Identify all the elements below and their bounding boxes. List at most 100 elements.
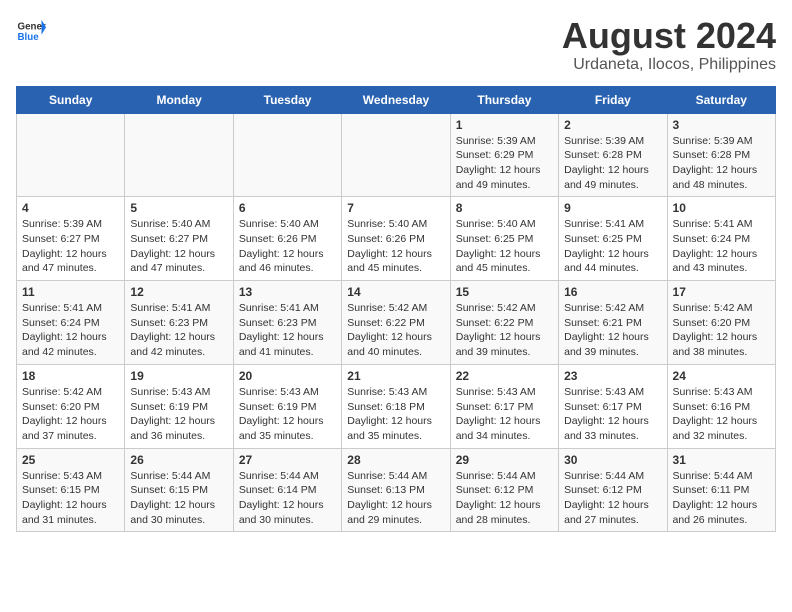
logo-icon: General Blue — [16, 16, 46, 46]
calendar-cell: 16Sunrise: 5:42 AM Sunset: 6:21 PM Dayli… — [559, 281, 667, 365]
day-number: 1 — [456, 118, 553, 132]
calendar-cell: 31 Sunrise: 5:44 AM Sunset: 6:11 PM Dayli… — [667, 448, 775, 532]
day-info: Sunrise: 5:44 AM Sunset: 6:15 PM Dayligh… — [130, 469, 227, 528]
day-number: 20 — [239, 369, 336, 383]
calendar-cell: 3Sunrise: 5:39 AM Sunset: 6:28 PM Daylig… — [667, 113, 775, 197]
day-number: 23 — [564, 369, 661, 383]
day-info: Sunrise: 5:44 AM Sunset: 6:12 PM Dayligh… — [456, 469, 553, 528]
page-header: General Blue August 2024 Urdaneta, Iloco… — [16, 16, 776, 74]
day-info: Sunrise: 5:42 AM Sunset: 6:22 PM Dayligh… — [347, 301, 444, 360]
day-info: Sunrise: 5:42 AM Sunset: 6:21 PM Dayligh… — [564, 301, 661, 360]
day-of-week-header: Friday — [559, 86, 667, 113]
calendar-cell: 5 Sunrise: 5:40 AM Sunset: 6:27 PM Daylig… — [125, 197, 233, 281]
day-number: 4 — [22, 201, 119, 215]
day-info: Sunrise: 5:41 AM Sunset: 6:24 PM Dayligh… — [673, 217, 770, 276]
calendar-cell: 8Sunrise: 5:40 AM Sunset: 6:25 PM Daylig… — [450, 197, 558, 281]
calendar-cell: 2 Sunrise: 5:39 AM Sunset: 6:28 PM Daylig… — [559, 113, 667, 197]
day-info: Sunrise: 5:44 AM Sunset: 6:12 PM Dayligh… — [564, 469, 661, 528]
calendar-week-row: 4 Sunrise: 5:39 AM Sunset: 6:27 PM Daylig… — [17, 197, 776, 281]
day-number: 17 — [673, 285, 770, 299]
day-number: 8 — [456, 201, 553, 215]
day-info: Sunrise: 5:39 AM Sunset: 6:28 PM Dayligh… — [564, 134, 661, 193]
day-number: 27 — [239, 453, 336, 467]
calendar-cell: 4 Sunrise: 5:39 AM Sunset: 6:27 PM Daylig… — [17, 197, 125, 281]
day-number: 22 — [456, 369, 553, 383]
calendar-cell: 30 Sunrise: 5:44 AM Sunset: 6:12 PM Dayli… — [559, 448, 667, 532]
day-info: Sunrise: 5:43 AM Sunset: 6:19 PM Dayligh… — [130, 385, 227, 444]
logo: General Blue — [16, 16, 46, 46]
day-number: 29 — [456, 453, 553, 467]
day-info: Sunrise: 5:39 AM Sunset: 6:27 PM Dayligh… — [22, 217, 119, 276]
page-title: August 2024 — [562, 16, 776, 56]
day-number: 28 — [347, 453, 444, 467]
calendar-table: SundayMondayTuesdayWednesdayThursdayFrid… — [16, 86, 776, 533]
day-number: 26 — [130, 453, 227, 467]
day-number: 7 — [347, 201, 444, 215]
svg-text:Blue: Blue — [18, 32, 40, 43]
day-info: Sunrise: 5:40 AM Sunset: 6:27 PM Dayligh… — [130, 217, 227, 276]
day-number: 10 — [673, 201, 770, 215]
day-number: 6 — [239, 201, 336, 215]
calendar-cell: 6 Sunrise: 5:40 AM Sunset: 6:26 PM Daylig… — [233, 197, 341, 281]
day-info: Sunrise: 5:43 AM Sunset: 6:17 PM Dayligh… — [456, 385, 553, 444]
day-info: Sunrise: 5:42 AM Sunset: 6:20 PM Dayligh… — [673, 301, 770, 360]
calendar-cell: 18 Sunrise: 5:42 AM Sunset: 6:20 PM Dayli… — [17, 364, 125, 448]
day-info: Sunrise: 5:41 AM Sunset: 6:24 PM Dayligh… — [22, 301, 119, 360]
day-info: Sunrise: 5:42 AM Sunset: 6:20 PM Dayligh… — [22, 385, 119, 444]
day-number: 12 — [130, 285, 227, 299]
title-block: August 2024 Urdaneta, Ilocos, Philippine… — [562, 16, 776, 74]
day-number: 13 — [239, 285, 336, 299]
page-subtitle: Urdaneta, Ilocos, Philippines — [562, 56, 776, 74]
calendar-cell — [17, 113, 125, 197]
calendar-cell: 9Sunrise: 5:41 AM Sunset: 6:25 PM Daylig… — [559, 197, 667, 281]
calendar-cell: 14 Sunrise: 5:42 AM Sunset: 6:22 PM Dayli… — [342, 281, 450, 365]
day-number: 18 — [22, 369, 119, 383]
calendar-cell: 23Sunrise: 5:43 AM Sunset: 6:17 PM Dayli… — [559, 364, 667, 448]
day-info: Sunrise: 5:43 AM Sunset: 6:19 PM Dayligh… — [239, 385, 336, 444]
day-number: 11 — [22, 285, 119, 299]
day-info: Sunrise: 5:40 AM Sunset: 6:26 PM Dayligh… — [239, 217, 336, 276]
calendar-cell: 13Sunrise: 5:41 AM Sunset: 6:23 PM Dayli… — [233, 281, 341, 365]
day-of-week-header: Sunday — [17, 86, 125, 113]
day-number: 25 — [22, 453, 119, 467]
calendar-cell: 19 Sunrise: 5:43 AM Sunset: 6:19 PM Dayli… — [125, 364, 233, 448]
calendar-cell: 29 Sunrise: 5:44 AM Sunset: 6:12 PM Dayli… — [450, 448, 558, 532]
day-info: Sunrise: 5:43 AM Sunset: 6:15 PM Dayligh… — [22, 469, 119, 528]
calendar-header-row: SundayMondayTuesdayWednesdayThursdayFrid… — [17, 86, 776, 113]
calendar-cell: 1Sunrise: 5:39 AM Sunset: 6:29 PM Daylig… — [450, 113, 558, 197]
day-info: Sunrise: 5:44 AM Sunset: 6:14 PM Dayligh… — [239, 469, 336, 528]
day-info: Sunrise: 5:43 AM Sunset: 6:18 PM Dayligh… — [347, 385, 444, 444]
day-number: 3 — [673, 118, 770, 132]
day-of-week-header: Monday — [125, 86, 233, 113]
calendar-week-row: 25 Sunrise: 5:43 AM Sunset: 6:15 PM Dayli… — [17, 448, 776, 532]
calendar-cell: 15Sunrise: 5:42 AM Sunset: 6:22 PM Dayli… — [450, 281, 558, 365]
day-number: 30 — [564, 453, 661, 467]
day-of-week-header: Tuesday — [233, 86, 341, 113]
day-number: 19 — [130, 369, 227, 383]
calendar-cell: 27 Sunrise: 5:44 AM Sunset: 6:14 PM Dayli… — [233, 448, 341, 532]
calendar-cell: 22 Sunrise: 5:43 AM Sunset: 6:17 PM Dayli… — [450, 364, 558, 448]
day-of-week-header: Thursday — [450, 86, 558, 113]
calendar-cell: 26 Sunrise: 5:44 AM Sunset: 6:15 PM Dayli… — [125, 448, 233, 532]
calendar-week-row: 1Sunrise: 5:39 AM Sunset: 6:29 PM Daylig… — [17, 113, 776, 197]
calendar-cell: 20 Sunrise: 5:43 AM Sunset: 6:19 PM Dayli… — [233, 364, 341, 448]
day-number: 14 — [347, 285, 444, 299]
calendar-week-row: 18 Sunrise: 5:42 AM Sunset: 6:20 PM Dayli… — [17, 364, 776, 448]
calendar-cell — [342, 113, 450, 197]
calendar-cell: 10 Sunrise: 5:41 AM Sunset: 6:24 PM Dayli… — [667, 197, 775, 281]
day-number: 24 — [673, 369, 770, 383]
day-of-week-header: Wednesday — [342, 86, 450, 113]
day-info: Sunrise: 5:44 AM Sunset: 6:11 PM Dayligh… — [673, 469, 770, 528]
day-number: 21 — [347, 369, 444, 383]
calendar-cell — [233, 113, 341, 197]
calendar-cell: 7 Sunrise: 5:40 AM Sunset: 6:26 PM Daylig… — [342, 197, 450, 281]
calendar-cell: 24 Sunrise: 5:43 AM Sunset: 6:16 PM Dayli… — [667, 364, 775, 448]
day-info: Sunrise: 5:43 AM Sunset: 6:16 PM Dayligh… — [673, 385, 770, 444]
day-number: 31 — [673, 453, 770, 467]
day-of-week-header: Saturday — [667, 86, 775, 113]
day-number: 5 — [130, 201, 227, 215]
calendar-cell — [125, 113, 233, 197]
day-info: Sunrise: 5:40 AM Sunset: 6:26 PM Dayligh… — [347, 217, 444, 276]
calendar-cell: 11 Sunrise: 5:41 AM Sunset: 6:24 PM Dayli… — [17, 281, 125, 365]
day-number: 2 — [564, 118, 661, 132]
